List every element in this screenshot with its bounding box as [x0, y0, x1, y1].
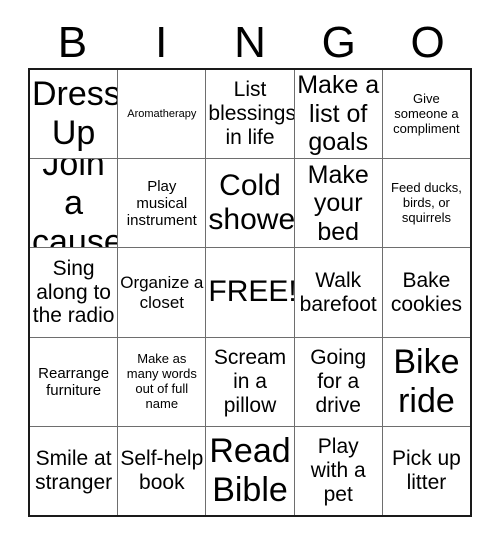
bingo-cell[interactable]: Play with a pet	[295, 426, 383, 516]
bingo-header-letter-b: B	[57, 18, 88, 67]
bingo-cell[interactable]: List blessings in life	[206, 70, 295, 159]
bingo-cell[interactable]: Make a list of goals	[295, 70, 383, 159]
bingo-cell-label: Dress Up	[32, 75, 119, 153]
bingo-row: Smile at stranger Self-help book Read Bi…	[30, 426, 470, 516]
bingo-cell-label: Feed ducks, birds, or squirrels	[391, 180, 462, 225]
bingo-cell-label: Join a cause	[32, 159, 119, 248]
bingo-cell-label: Going for a drive	[310, 345, 367, 417]
bingo-cell-label: Sing along to the radio	[32, 256, 115, 328]
bingo-cell-label: Pick up litter	[391, 446, 461, 494]
bingo-cell-label: Make a list of goals	[297, 71, 380, 157]
bingo-cell-label: Cold shower	[208, 169, 295, 237]
bingo-cell-label: Rearrange furniture	[38, 364, 110, 399]
bingo-cell[interactable]: Cold shower	[206, 159, 295, 248]
bingo-cell-label: Play with a pet	[310, 435, 366, 506]
bingo-cell[interactable]: Self-help book	[118, 426, 207, 516]
bingo-cell[interactable]: Organize a closet	[118, 248, 207, 337]
bingo-cell[interactable]: Walk barefoot	[295, 248, 383, 337]
bingo-cell-label: Make your bed	[307, 160, 369, 246]
bingo-cell[interactable]: Sing along to the radio	[30, 248, 119, 337]
bingo-cell-label: Organize a closet	[120, 273, 204, 312]
bingo-cell-label: Smile at stranger	[35, 446, 113, 494]
bingo-cell[interactable]: Bike ride	[383, 338, 470, 426]
bingo-cell[interactable]: Feed ducks, birds, or squirrels	[383, 159, 470, 247]
bingo-row: Join a cause Play musical instrument Col…	[30, 159, 470, 249]
bingo-cell[interactable]: Dress Up	[30, 70, 119, 159]
bingo-cell[interactable]: Smile at stranger	[30, 426, 119, 516]
bingo-header-letter-i: I	[155, 18, 168, 67]
bingo-cell-label: Bake cookies	[390, 268, 463, 316]
bingo-cell[interactable]: Make your bed	[295, 159, 383, 248]
bingo-cell[interactable]: Read Bible	[206, 426, 295, 516]
bingo-cell[interactable]: Join a cause	[30, 159, 119, 248]
bingo-header-letter-g: G	[321, 18, 356, 67]
bingo-cell-label: Aromatherapy	[127, 107, 197, 120]
bingo-cell-label: Play musical instrument	[126, 177, 197, 229]
bingo-card: B I N G O Dress Up Aromatherapy List ble…	[0, 0, 500, 544]
bingo-cell[interactable]: Scream in a pillow	[206, 337, 295, 426]
bingo-cell-label: Make as many words out of full name	[126, 351, 197, 411]
bingo-header-letter-n: N	[234, 18, 266, 67]
bingo-cell-label: Bike ride	[393, 342, 460, 420]
bingo-cell-label: Give someone a compliment	[393, 90, 460, 136]
bingo-row: Sing along to the radio Organize a close…	[30, 248, 470, 338]
bingo-cell-label: Self-help book	[120, 446, 204, 494]
bingo-cell-label: Read Bible	[209, 432, 291, 509]
bingo-cell[interactable]: Pick up litter	[383, 427, 470, 515]
bingo-cell-label: Scream in a pillow	[213, 345, 287, 417]
bingo-cell-label: List blessings in life	[208, 78, 295, 150]
bingo-row: Rearrange furniture Make as many words o…	[30, 337, 470, 427]
bingo-header-letter-o: O	[410, 18, 445, 67]
bingo-header-letters: B I N G O	[28, 18, 472, 68]
bingo-cell[interactable]: Bake cookies	[383, 248, 470, 336]
bingo-grid: Dress Up Aromatherapy List blessings in …	[28, 68, 472, 517]
bingo-cell[interactable]: Give someone a compliment	[383, 70, 470, 158]
bingo-cell[interactable]: Make as many words out of full name	[118, 337, 207, 426]
bingo-cell[interactable]: Aromatherapy	[118, 70, 207, 159]
bingo-free-space-label: FREE!	[208, 275, 295, 309]
bingo-cell-free-space[interactable]: FREE!	[206, 248, 295, 337]
bingo-row: Dress Up Aromatherapy List blessings in …	[30, 70, 470, 160]
bingo-cell[interactable]: Rearrange furniture	[30, 337, 119, 426]
bingo-cell[interactable]: Play musical instrument	[118, 159, 207, 248]
bingo-cell-label: Walk barefoot	[299, 268, 377, 316]
bingo-cell[interactable]: Going for a drive	[295, 337, 383, 426]
